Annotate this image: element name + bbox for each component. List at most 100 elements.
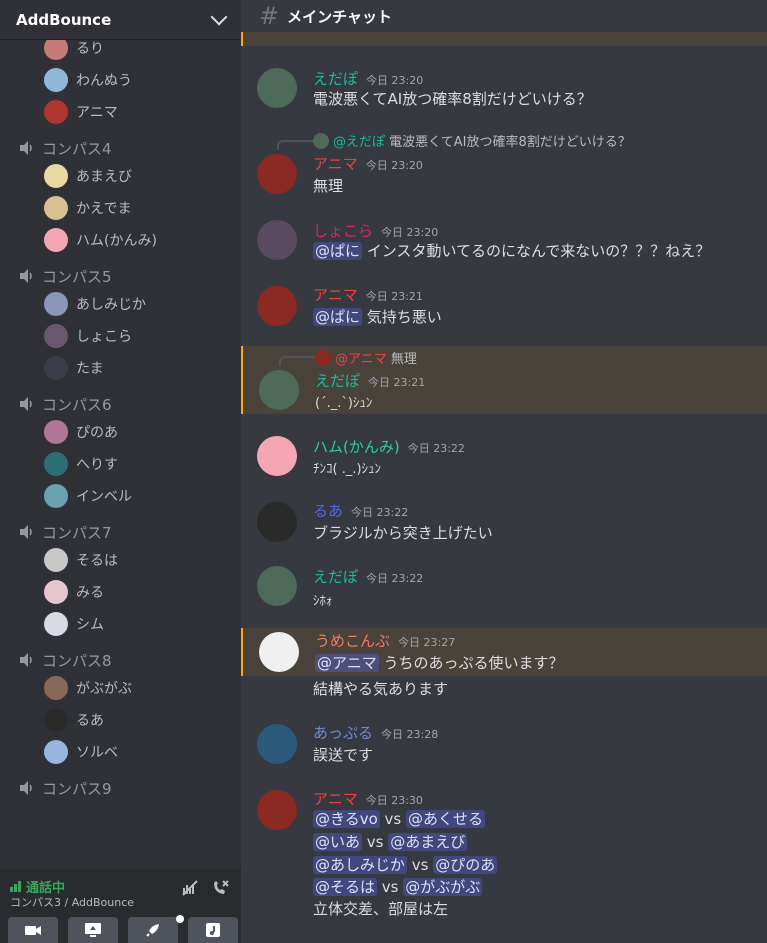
user-mention[interactable]: @そるは (313, 878, 378, 896)
avatar[interactable] (257, 286, 297, 326)
avatar (44, 164, 68, 188)
user-mention[interactable]: @きるvo (313, 810, 380, 828)
voice-channel[interactable]: コンパス9 (0, 776, 241, 800)
avatar (44, 740, 68, 764)
reply-preview[interactable]: @えだぽ 電波悪くてAI放つ確率8割だけどいける？ (313, 131, 631, 150)
avatar[interactable] (257, 220, 297, 260)
voice-channel[interactable]: コンパス8 (0, 648, 241, 672)
user-mention[interactable]: @ぱに (313, 242, 363, 260)
voice-user[interactable]: がぶがぶ (0, 672, 241, 704)
voice-channel-name: コンパス6 (42, 395, 112, 414)
voice-user[interactable]: あしみじか (0, 288, 241, 320)
voice-user[interactable]: ソルベ (0, 736, 241, 768)
voice-user[interactable]: るり (0, 40, 241, 64)
voice-user[interactable]: インベル (0, 480, 241, 512)
camera-icon (25, 926, 41, 935)
message-text: @ぱに 気持ち悪い (313, 306, 442, 327)
reply-author: @アニマ (335, 352, 387, 367)
user-mention[interactable]: @ぱに (313, 308, 363, 326)
voice-user-name: かえでま (76, 201, 132, 217)
message-text: 誤送です (313, 746, 374, 764)
voice-channel[interactable]: コンパス7 (0, 520, 241, 544)
chevron-down-icon[interactable] (210, 8, 228, 25)
user-mention[interactable]: @いあ (313, 833, 363, 851)
avatar[interactable] (257, 436, 297, 476)
avatar[interactable] (257, 566, 297, 606)
message-author[interactable]: るあ (313, 500, 343, 521)
camera-button[interactable] (8, 917, 58, 943)
voice-channel[interactable]: コンパス5 (0, 264, 241, 288)
voice-user-name: るり (76, 41, 104, 57)
user-mention[interactable]: @がぶがぶ (403, 878, 483, 896)
user-mention[interactable]: @アニマ (315, 654, 379, 672)
avatar[interactable] (257, 790, 297, 830)
voice-channel-name: コンパス9 (42, 779, 112, 798)
voice-user[interactable]: あまえび (0, 160, 241, 192)
message[interactable]: @えだぽ 電波悪くてAI放つ確率8割だけどいける？ アニマ 今日 23:20 無理 (241, 128, 767, 200)
message[interactable]: ハム(かんみ) 今日 23:22 ﾁﾝｺ( ._.)ｼｭﾝ (241, 432, 767, 492)
voice-channel-name: コンパス7 (42, 523, 112, 542)
message-author[interactable]: しょこら (313, 220, 373, 241)
message-timestamp: 今日 23:20 (366, 74, 424, 87)
avatar (44, 356, 68, 380)
message-author[interactable]: アニマ (313, 153, 358, 174)
avatar[interactable] (257, 154, 297, 194)
voice-user[interactable]: へりす (0, 448, 241, 480)
user-mention[interactable]: @あまえび (388, 833, 468, 851)
message-author[interactable]: アニマ (313, 788, 358, 809)
voice-channel[interactable]: コンパス4 (0, 136, 241, 160)
message-author[interactable]: あっぷる (313, 722, 373, 743)
server-header[interactable]: AddBounce (0, 0, 241, 40)
voice-user[interactable]: わんぬう (0, 64, 241, 96)
message-author[interactable]: うめこんぶ (315, 630, 390, 651)
screen-share-button[interactable] (68, 917, 118, 943)
voice-user[interactable]: かえでま (0, 192, 241, 224)
message-author[interactable]: アニマ (313, 284, 358, 305)
soundboard-button[interactable] (188, 917, 238, 943)
voice-user[interactable]: アニマ (0, 96, 241, 128)
server-name: AddBounce (16, 10, 112, 29)
message[interactable]: アニマ 今日 23:21 @ぱに 気持ち悪い (241, 282, 767, 342)
message[interactable]: アニマ 今日 23:30 @きるvo vs @あくせる @いあ vs @あまえび … (241, 786, 767, 936)
voice-channel[interactable]: コンパス6 (0, 392, 241, 416)
message-author[interactable]: えだぽ (315, 370, 360, 391)
voice-user[interactable]: みる (0, 576, 241, 608)
activity-button[interactable] (128, 915, 184, 943)
disconnect-icon[interactable] (211, 879, 229, 901)
voice-user[interactable]: そるは (0, 544, 241, 576)
message[interactable]: あっぷる 今日 23:28 誤送です (241, 720, 767, 776)
avatar[interactable] (259, 632, 299, 672)
message-author[interactable]: えだぽ (313, 68, 358, 89)
message-author[interactable]: えだぽ (313, 566, 358, 587)
avatar[interactable] (259, 370, 299, 410)
notification-dot (176, 915, 184, 923)
avatar[interactable] (257, 68, 297, 108)
noise-suppression-icon[interactable] (181, 879, 199, 901)
message-continuation[interactable]: 結構やる気あります (241, 676, 767, 702)
avatar[interactable] (257, 724, 297, 764)
voice-user[interactable]: たま (0, 352, 241, 384)
message[interactable]: えだぽ 今日 23:20 電波悪くてAI放つ確率8割だけどいける？ (241, 62, 767, 122)
message-text: ｼﾎｫ (313, 594, 333, 609)
avatar (44, 100, 68, 124)
message[interactable]: るあ 今日 23:22 ブラジルから突き上げたい (241, 498, 767, 558)
message[interactable]: @アニマ 無理 えだぽ 今日 23:21 (´._.`)ｼｭﾝ (241, 346, 767, 414)
hashtag-icon: # (259, 2, 280, 30)
message-timestamp: 今日 23:30 (365, 794, 423, 807)
voice-user[interactable]: ハム(かんみ) (0, 224, 241, 256)
avatar[interactable] (257, 502, 297, 542)
voice-user[interactable]: しょこら (0, 320, 241, 352)
voice-location: コンパス3 / AddBounce (10, 896, 135, 909)
message[interactable]: えだぽ 今日 23:22 ｼﾎｫ (241, 564, 767, 624)
voice-user[interactable]: ぴのあ (0, 416, 241, 448)
voice-user[interactable]: るあ (0, 704, 241, 736)
message[interactable]: しょこら 今日 23:20 @ぱに インスタ動いてるのになんで来ないの？？？ねえ？ (241, 216, 767, 276)
user-mention[interactable]: @あしみじか (313, 856, 408, 874)
message[interactable]: うめこんぶ 今日 23:27 @アニマ うちのあっぷる使います？ (241, 628, 767, 676)
message-author[interactable]: ハム(かんみ) (313, 436, 400, 457)
user-mention[interactable]: @ぴのあ (433, 856, 498, 874)
reply-preview[interactable]: @アニマ 無理 (315, 348, 417, 367)
user-mention[interactable]: @あくせる (406, 810, 486, 828)
message-timestamp: 今日 23:21 (368, 376, 426, 389)
voice-user[interactable]: シム (0, 608, 241, 640)
